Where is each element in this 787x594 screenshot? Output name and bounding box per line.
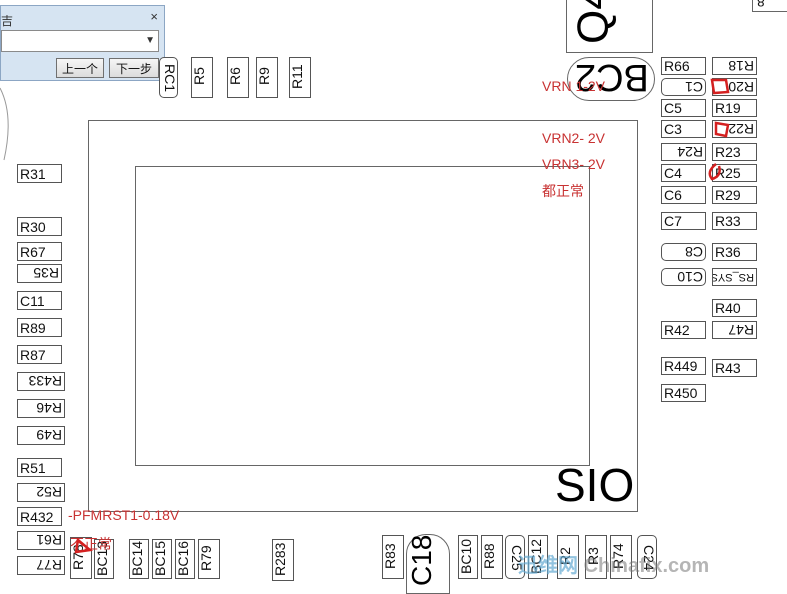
pad-R30: R30 <box>17 217 62 236</box>
pad-R9: R9 <box>256 57 278 98</box>
pad-R29: R29 <box>712 186 757 204</box>
pad-R89: R89 <box>17 318 62 337</box>
pad-R5: R5 <box>191 57 213 98</box>
pad-R6: R6 <box>227 57 249 98</box>
pad-R22: R22 <box>712 120 757 138</box>
pad-R18: R18 <box>712 57 757 75</box>
pad-R51: R51 <box>17 458 62 477</box>
pad-R52: R52 <box>17 483 65 502</box>
pad-C3: C3 <box>661 120 706 138</box>
pad-C11: C11 <box>17 291 62 310</box>
sio-inner-outline <box>135 166 590 466</box>
pad-R67: R67 <box>17 242 62 261</box>
pad-BC10: BC10 <box>458 535 478 579</box>
sio-label: SIO <box>555 459 635 511</box>
pad-R33: R33 <box>712 212 757 230</box>
pad-R40: R40 <box>712 299 757 317</box>
pad-C4: C4 <box>661 164 706 182</box>
pad-R433: R433 <box>17 372 65 391</box>
pad-C8: C8 <box>661 243 706 261</box>
pad-R11: R11 <box>289 57 311 98</box>
corner-label: 8 <box>757 0 765 10</box>
pad-C6: C6 <box>661 186 706 204</box>
pad-R46: R46 <box>17 399 65 418</box>
note-all-ok: 都正常 <box>542 183 584 199</box>
note-not-ok: 不正常 <box>70 536 112 552</box>
pad-R450: R450 <box>661 384 706 402</box>
pad-R87: R87 <box>17 345 62 364</box>
pad-R20: R20 <box>712 78 757 96</box>
pad-BC15: BC15 <box>152 539 172 579</box>
q4-label: Q4 <box>569 0 618 44</box>
pad-R31: R31 <box>17 164 62 183</box>
pad-R47: R47 <box>712 321 757 339</box>
pad-R79: R79 <box>198 539 220 579</box>
pad-R42: R42 <box>661 321 706 339</box>
pad-R77: R77 <box>17 556 65 575</box>
note-vrn1: VRN 1-2V <box>542 78 606 94</box>
pad-R88: R88 <box>481 535 503 579</box>
pad-R283: R283 <box>272 539 294 581</box>
pad-C7: C7 <box>661 212 706 230</box>
pad-RS_SYS: RS_SYS <box>712 268 757 286</box>
pad-R25: R25 <box>712 164 757 182</box>
note-vrn2: VRN2- 2V <box>542 130 606 146</box>
pad-R83: R83 <box>382 535 404 579</box>
pad-RC1: RC1 <box>159 57 178 98</box>
pad-C10: C10 <box>661 268 706 286</box>
pad-R36: R36 <box>712 243 757 261</box>
pad-BC14: BC14 <box>129 539 149 579</box>
pad-R43: R43 <box>712 359 757 377</box>
pad-C5: C5 <box>661 99 706 117</box>
pad-R49: R49 <box>17 426 65 445</box>
pad-R66: R66 <box>661 57 706 75</box>
pad-R23: R23 <box>712 143 757 161</box>
pad-R19: R19 <box>712 99 757 117</box>
pad-R61: R61 <box>17 531 65 550</box>
pad-R35: R35 <box>17 264 62 283</box>
pad-C1: C1 <box>661 78 706 96</box>
watermark: 迅维网 Chinafix.com <box>518 555 710 577</box>
pad-R449: R449 <box>661 357 706 375</box>
pad-R432: R432 <box>17 507 62 526</box>
c18-label: C18 <box>406 534 437 586</box>
pad-R24: R24 <box>661 143 706 161</box>
note-pfmrst: -PFMRST1-0.18V <box>68 507 180 523</box>
pad-BC16: BC16 <box>175 539 195 579</box>
note-vrn3: VRN3- 2V <box>542 156 606 172</box>
